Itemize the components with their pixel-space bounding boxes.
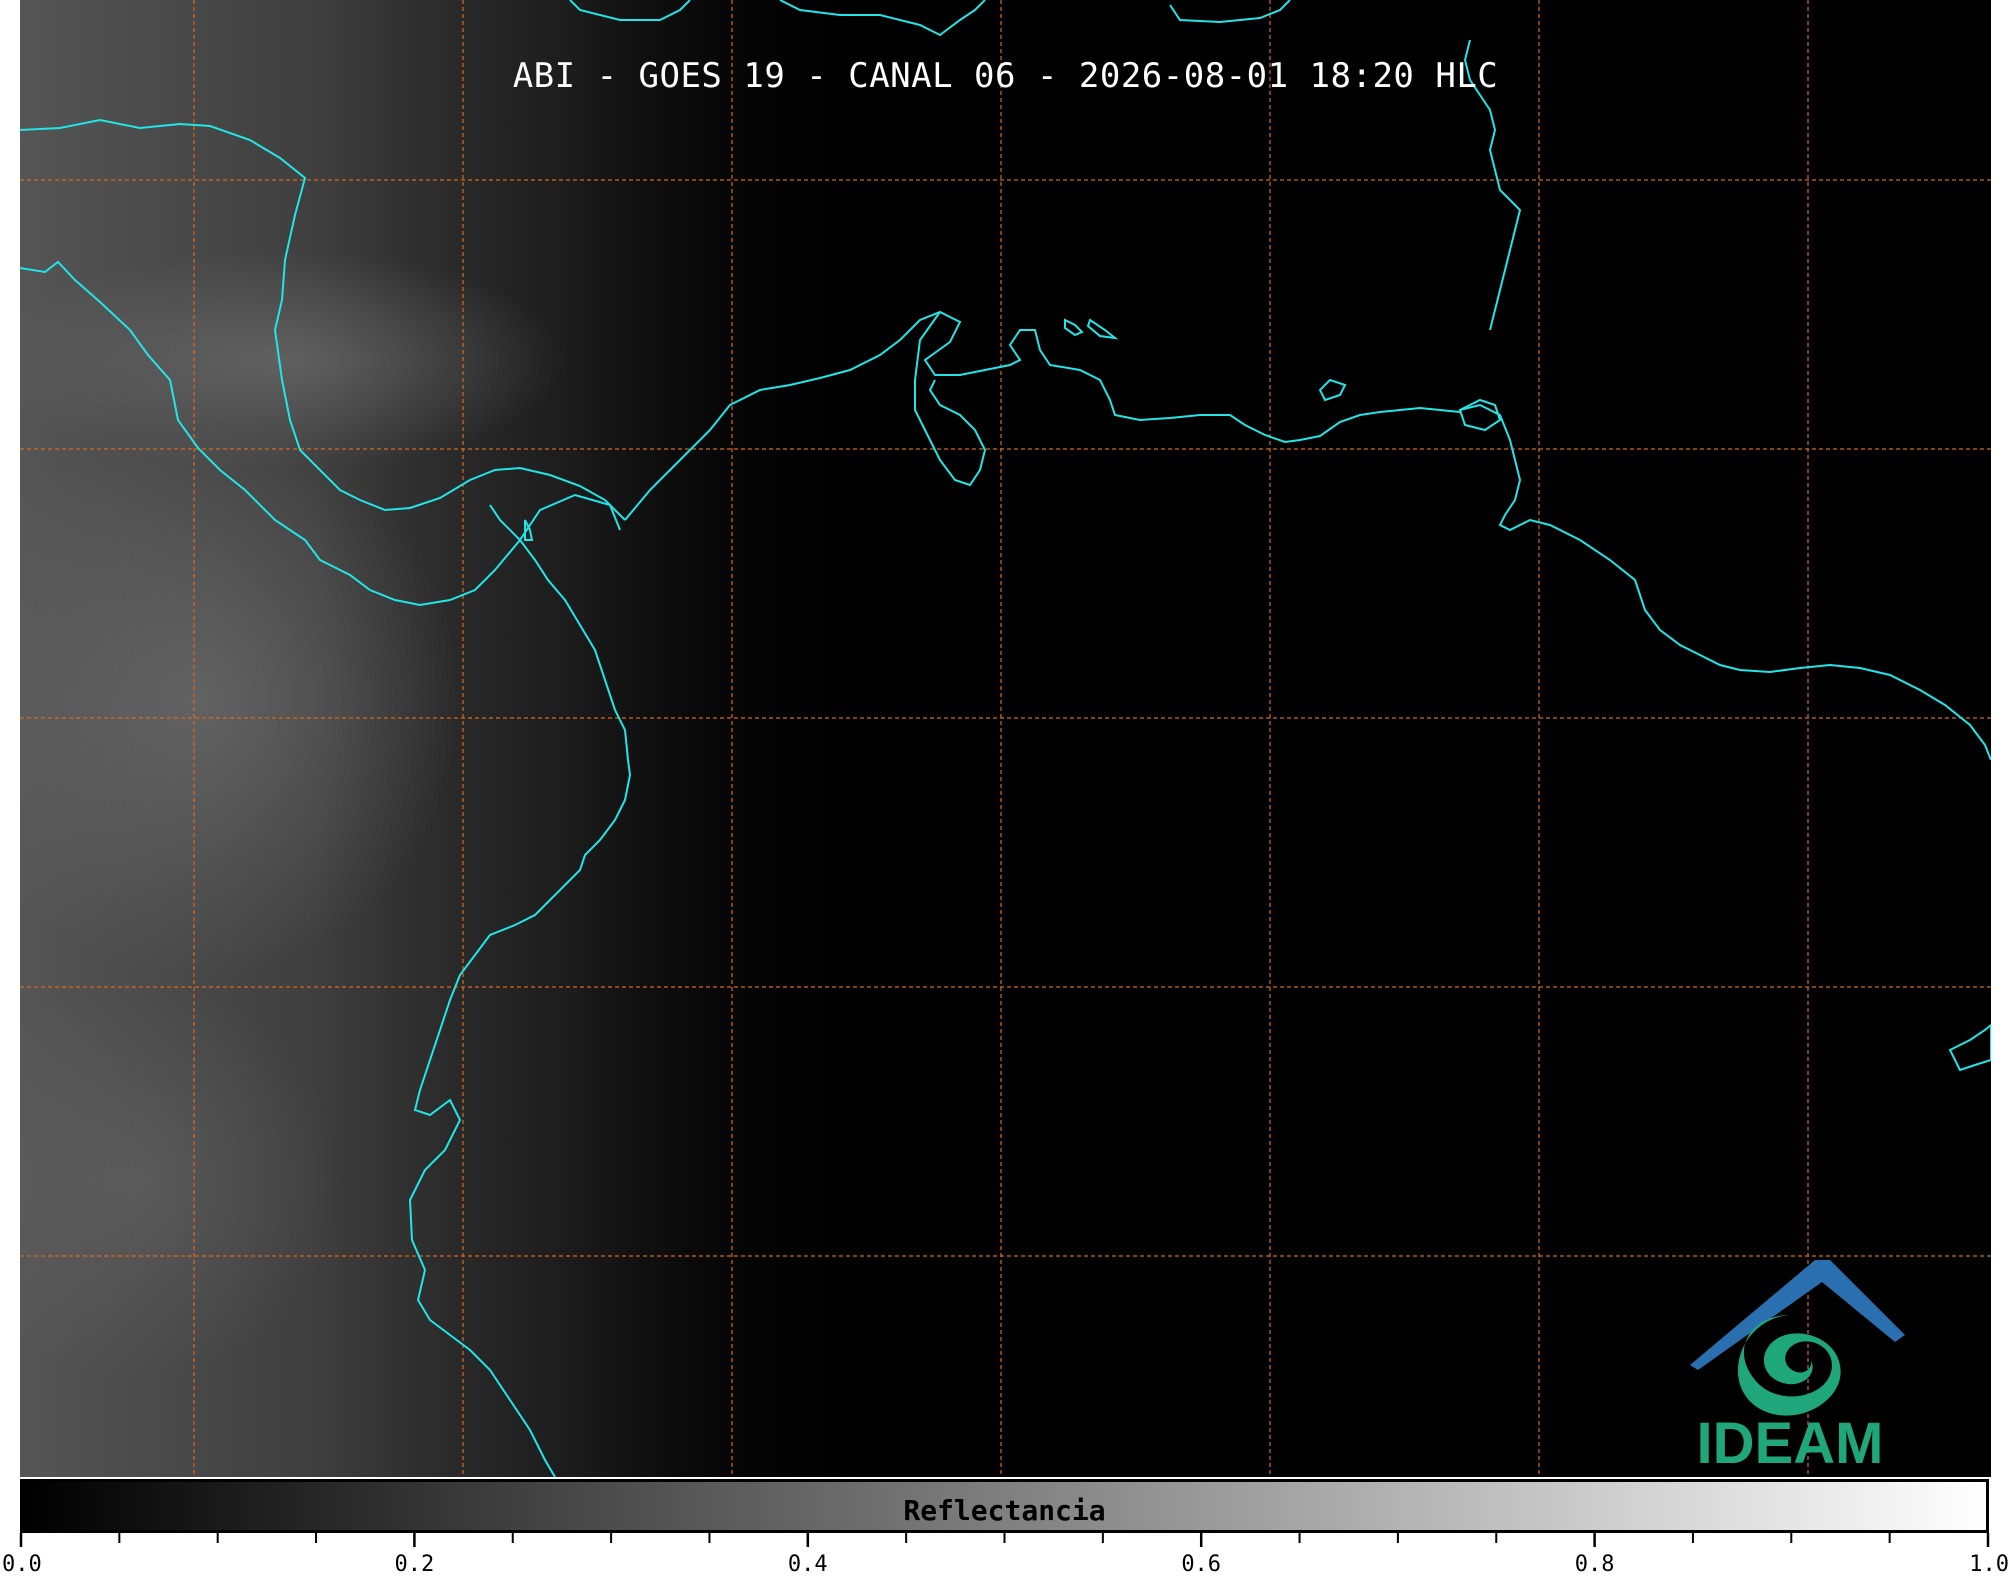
colorbar-tick-label: 1.0 <box>1969 1552 2009 1577</box>
colorbar-label: Reflectancia <box>903 1494 1106 1527</box>
ideam-logo: IDEAM <box>1660 1250 1920 1476</box>
colorbar-tick-label: 0.6 <box>1181 1552 1221 1577</box>
colorbar-tick-label: 0.4 <box>788 1552 828 1577</box>
satellite-image-page: ABI - GOES 19 - CANAL 06 - 2026-08-01 18… <box>0 0 2011 1577</box>
reflectance-colorbar: Reflectancia <box>20 1479 1989 1533</box>
map-title: ABI - GOES 19 - CANAL 06 - 2026-08-01 18… <box>512 56 1499 96</box>
colorbar-tick-label: 0.8 <box>1575 1552 1615 1577</box>
colorbar-tick-label: 0.0 <box>2 1552 42 1577</box>
colorbar-ticks: 0.0 0.2 0.4 0.6 0.8 1.0 <box>2 1533 2009 1577</box>
colorbar-tick-label: 0.2 <box>395 1552 435 1577</box>
logo-text: IDEAM <box>1696 1411 1884 1476</box>
satellite-map: ABI - GOES 19 - CANAL 06 - 2026-08-01 18… <box>20 0 1991 1477</box>
